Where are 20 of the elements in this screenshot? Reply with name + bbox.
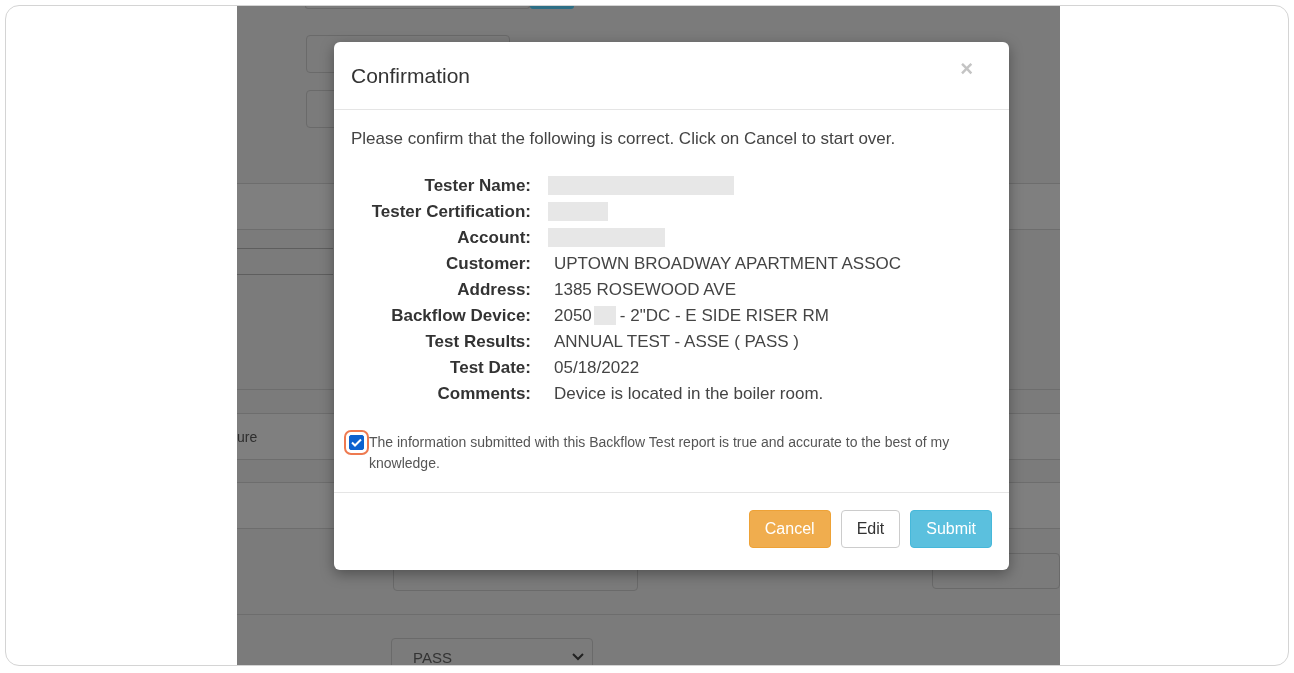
field-label: Address:: [456, 279, 531, 301]
intro-text: Please confirm that the following is correct. Click on Cancel to start over.: [351, 129, 897, 149]
field-label: Tester Name:: [423, 175, 531, 197]
field-label: Comments:: [436, 383, 531, 405]
field-label: Tester Certification:: [370, 201, 531, 223]
field-label: Test Results:: [424, 331, 531, 353]
field-value: UPTOWN BROADWAY APARTMENT ASSOC: [554, 253, 901, 275]
field-label: Account:: [456, 227, 531, 249]
field-value: 2050: [554, 305, 592, 327]
attestation-text: The information submitted with this Backflow Test report is true and accurate to the best of my knowledge.: [369, 433, 951, 473]
dialog-title: Confirmation: [351, 63, 471, 88]
field-value: ANNUAL TEST - ASSE ( PASS ): [554, 331, 799, 353]
field-label: Customer:: [445, 253, 531, 275]
row-label: ure: [237, 428, 258, 445]
field-value: 05/18/2022: [554, 357, 640, 379]
field-value: Device is located in the boiler room.: [554, 383, 824, 405]
field-value: 1385 ROSEWOOD AVE: [554, 279, 737, 301]
field-label: Test Date:: [449, 357, 531, 379]
field-value: - 2"DC - E SIDE RISER RM: [619, 305, 829, 327]
field-label: Backflow Device:: [390, 305, 531, 327]
